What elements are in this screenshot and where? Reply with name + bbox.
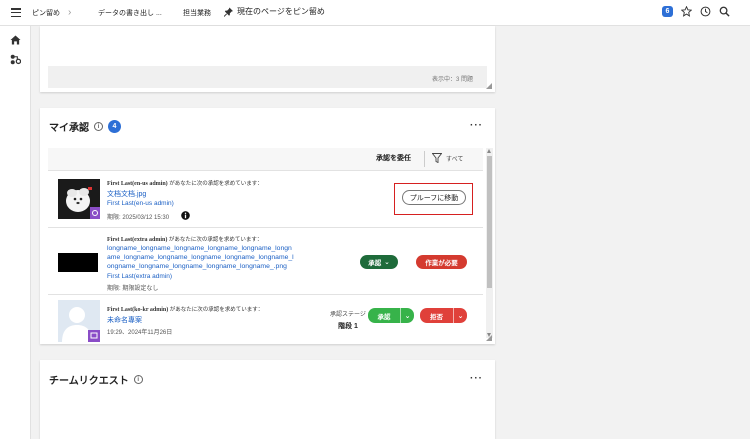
pin-icon — [224, 7, 233, 17]
go-to-proof-button[interactable]: プルーフに移動 — [402, 190, 466, 205]
approve-label: 承認 — [368, 260, 382, 267]
scrollbar[interactable] — [486, 148, 493, 338]
pin-page-label: 現在のページをピン留め — [237, 7, 325, 16]
approval-count-badge: 4 — [108, 120, 121, 133]
file-link[interactable]: longname_longname_longname_longname_long… — [107, 245, 292, 252]
approve-split-button[interactable]: 承認 ⌄ — [368, 308, 414, 323]
request-text: First Last(extra admin) があなたに次の承認を求めています… — [107, 235, 262, 243]
search-icon[interactable] — [719, 6, 730, 17]
notification-badge[interactable]: 6 — [662, 6, 673, 17]
tab-pinned[interactable]: ピン留め — [32, 8, 60, 18]
history-icon[interactable] — [700, 6, 711, 17]
workflow-icon[interactable] — [10, 54, 21, 65]
card-header: マイ承認 i 4 — [49, 119, 121, 134]
request-text: First Last(ko-kr admin) があなたに次の承認を求めています… — [107, 305, 263, 313]
request-date: 19:29、2024年11月26日 — [107, 330, 173, 336]
my-approvals-card: マイ承認 i 4 ··· 承認を委任 すべて First Last(en-us … — [40, 108, 495, 344]
request-text: First Last(en-us admin) があなたに次の承認を求めています… — [107, 179, 263, 187]
due-date: 期限: 期限設定なし — [107, 286, 159, 292]
requester-suffix: があなたに次の承認を求めています： — [168, 237, 263, 243]
menu-icon[interactable] — [11, 8, 21, 19]
info-icon[interactable]: i — [94, 122, 103, 131]
info-icon[interactable]: i — [133, 375, 143, 384]
more-options-icon[interactable]: ··· — [470, 120, 483, 131]
file-link[interactable]: 文档文档.jpg — [107, 189, 146, 199]
approval-row: First Last(en-us admin) があなたに次の承認を求めています… — [48, 171, 483, 228]
avatar-thumbnail — [58, 300, 100, 342]
team-requests-card: チームリクエスト i ··· — [40, 360, 495, 439]
chevron-down-icon[interactable]: ⌄ — [400, 308, 414, 323]
requester-name: First Last(en-us admin) — [107, 181, 168, 187]
delegate-approvals-button[interactable]: 承認を委任 — [376, 153, 411, 163]
card-title: チームリクエスト — [49, 376, 129, 387]
card-header: チームリクエスト i — [49, 372, 143, 387]
project-link[interactable]: 未命名專案 — [107, 315, 142, 325]
file-thumbnail — [58, 253, 98, 272]
filter-icon — [432, 153, 442, 163]
showing-count: 表示中：3 問題 — [431, 77, 473, 83]
reject-label[interactable]: 拒否 — [420, 308, 453, 323]
approval-stage: 承認ステージ 階段 1 — [328, 309, 368, 331]
resize-handle[interactable] — [486, 83, 492, 89]
left-rail — [0, 26, 31, 439]
top-card-footer: 表示中：3 問題 — [48, 66, 487, 88]
top-bar: ピン留め › データの書き出し ... 担当業務 現在のページをピン留め 6 — [0, 0, 750, 26]
filter-dropdown[interactable]: すべて — [432, 153, 463, 163]
requester-name: First Last(extra admin) — [107, 237, 168, 243]
pin-page-button[interactable]: 現在のページをピン留め — [224, 6, 325, 17]
top-card: 表示中：3 問題 — [40, 26, 495, 92]
stage-value: 階段 1 — [338, 323, 358, 330]
tab-data-export[interactable]: データの書き出し ... — [98, 8, 162, 18]
home-icon[interactable] — [10, 35, 21, 45]
toolbar-divider — [424, 151, 425, 167]
resize-handle[interactable] — [486, 335, 492, 341]
scroll-thumb[interactable] — [487, 156, 492, 288]
requester-suffix: があなたに次の承認を求めています： — [169, 181, 263, 187]
info-filled-icon[interactable] — [181, 211, 190, 220]
stage-label: 承認ステージ — [330, 312, 366, 318]
approvals-toolbar: 承認を委任 すべて — [48, 148, 483, 171]
owner-link[interactable]: First Last(en-us admin) — [107, 200, 174, 207]
approval-row: First Last(extra admin) があなたに次の承認を求めています… — [48, 228, 483, 295]
owner-link[interactable]: First Last(extra admin) — [107, 273, 172, 280]
work-required-button[interactable]: 作業が必要 — [416, 255, 467, 269]
requester-suffix: があなたに次の承認を求めています： — [169, 307, 264, 313]
scroll-up-arrow[interactable] — [487, 149, 491, 153]
due-date: 期限: 2025/03/12 15:30 — [107, 215, 170, 221]
chevron-down-icon[interactable]: ⌄ — [453, 308, 467, 323]
file-link-cont[interactable]: ongname_longname_longname_longname_longn… — [107, 263, 287, 270]
tab-tasks[interactable]: 担当業務 — [183, 8, 211, 18]
requester-name: First Last(ko-kr admin) — [107, 307, 169, 313]
approve-label[interactable]: 承認 — [368, 308, 400, 323]
filter-label: すべて — [446, 156, 464, 163]
chevron-down-icon: ⌄ — [384, 259, 390, 266]
file-link-cont[interactable]: ame_longname_longname_longname_longname_… — [107, 254, 294, 261]
star-icon[interactable] — [681, 6, 692, 17]
dog-thumbnail — [58, 179, 100, 219]
approval-row: First Last(ko-kr admin) があなたに次の承認を求めています… — [48, 295, 483, 342]
reject-split-button[interactable]: 拒否 ⌄ — [420, 308, 467, 323]
approve-dropdown-button[interactable]: 承認 ⌄ — [360, 255, 398, 269]
card-title: マイ承認 — [49, 123, 89, 134]
chevron-right-icon: › — [68, 7, 72, 18]
more-options-icon[interactable]: ··· — [470, 373, 483, 384]
